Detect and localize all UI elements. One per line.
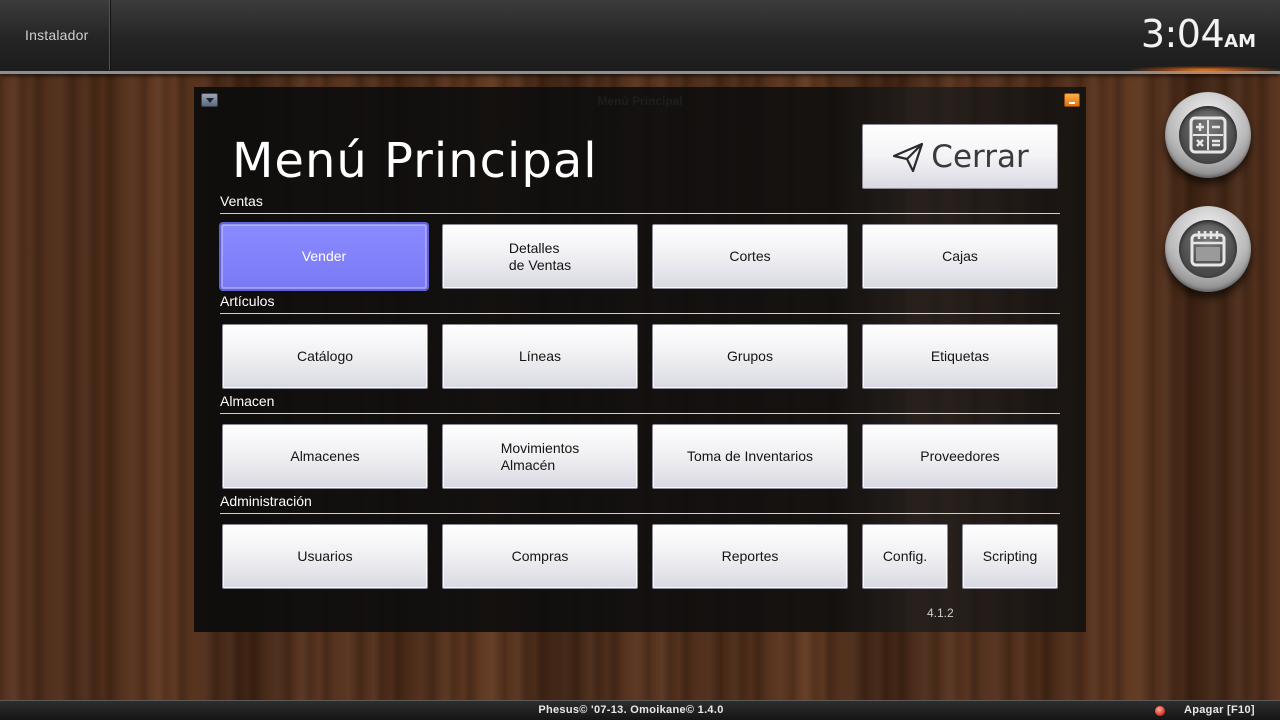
vender-button[interactable]: Vender bbox=[221, 224, 427, 289]
usuarios-button[interactable]: Usuarios bbox=[222, 524, 428, 589]
window-titlebar: Menú Principal bbox=[194, 87, 1086, 113]
config-button[interactable]: Config. bbox=[862, 524, 948, 589]
close-label: Cerrar bbox=[931, 138, 1029, 175]
section-label-almacen: Almacen bbox=[220, 393, 275, 409]
clock-time: 3:04 bbox=[1140, 12, 1225, 56]
clock-glow bbox=[1130, 66, 1280, 74]
section-divider bbox=[220, 413, 1060, 414]
section-label-administracion: Administración bbox=[220, 493, 312, 509]
etiquetas-button[interactable]: Etiquetas bbox=[862, 324, 1058, 389]
window-minimize-button[interactable] bbox=[1064, 93, 1080, 107]
section-label-articulos: Artículos bbox=[220, 293, 275, 309]
calculator-icon bbox=[1189, 116, 1227, 154]
user-tab[interactable]: Instalador bbox=[0, 0, 110, 70]
shutdown-button[interactable]: Apagar [F10] bbox=[1184, 704, 1255, 716]
calendar-button[interactable] bbox=[1165, 206, 1251, 292]
version-label: 4.1.2 bbox=[927, 606, 954, 620]
reportes-button[interactable]: Reportes bbox=[652, 524, 848, 589]
user-label: Instalador bbox=[25, 27, 89, 43]
calculator-button[interactable] bbox=[1165, 92, 1251, 178]
main-menu-window: Menú Principal Menú Principal Cerrar Ven… bbox=[194, 87, 1086, 632]
page-title: Menú Principal bbox=[232, 133, 598, 189]
copyright-text: Phesus© '07-13. Omoikane© 1.4.0 bbox=[538, 704, 724, 716]
status-bar: Phesus© '07-13. Omoikane© 1.4.0 Apagar [… bbox=[0, 700, 1280, 720]
clock: 3:04AM bbox=[1141, 12, 1256, 56]
catalogo-button[interactable]: Catálogo bbox=[222, 324, 428, 389]
movimientos-almacen-button[interactable]: Movimientos Almacén bbox=[442, 424, 638, 489]
send-icon bbox=[893, 142, 924, 172]
compras-button[interactable]: Compras bbox=[442, 524, 638, 589]
power-icon[interactable] bbox=[1155, 706, 1165, 716]
clock-ampm: AM bbox=[1224, 31, 1256, 52]
section-divider bbox=[220, 313, 1060, 314]
almacenes-button[interactable]: Almacenes bbox=[222, 424, 428, 489]
cortes-button[interactable]: Cortes bbox=[652, 224, 848, 289]
grupos-button[interactable]: Grupos bbox=[652, 324, 848, 389]
detalles-ventas-button[interactable]: Detalles de Ventas bbox=[442, 224, 638, 289]
window-title: Menú Principal bbox=[597, 94, 683, 108]
close-button[interactable]: Cerrar bbox=[862, 124, 1058, 189]
lineas-button[interactable]: Líneas bbox=[442, 324, 638, 389]
toma-inventarios-button[interactable]: Toma de Inventarios bbox=[652, 424, 848, 489]
proveedores-button[interactable]: Proveedores bbox=[862, 424, 1058, 489]
cajas-button[interactable]: Cajas bbox=[862, 224, 1058, 289]
calendar-icon bbox=[1190, 231, 1226, 267]
section-divider bbox=[220, 513, 1060, 514]
section-divider bbox=[220, 213, 1060, 214]
scripting-button[interactable]: Scripting bbox=[962, 524, 1058, 589]
section-label-ventas: Ventas bbox=[220, 193, 263, 209]
top-bar: Instalador 3:04AM bbox=[0, 0, 1280, 74]
